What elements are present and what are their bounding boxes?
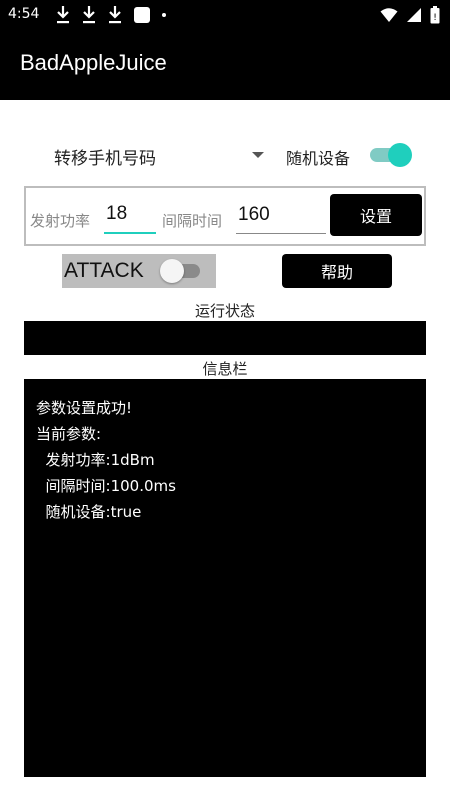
svg-text:!: ! (433, 13, 437, 23)
mode-dropdown-value: 转移手机号码 (54, 148, 156, 169)
info-line: 间隔时间:100.0ms (36, 477, 176, 495)
run-status-title: 运行状态 (194, 302, 255, 320)
switch-thumb (388, 143, 412, 167)
random-device-label: 随机设备 (286, 149, 351, 168)
switch-thumb (160, 259, 184, 283)
notification-icons (56, 4, 166, 26)
info-panel: 参数设置成功! 当前参数: 发射功率:1dBm 间隔时间:100.0ms 随机设… (24, 379, 426, 777)
signal-icon (407, 8, 421, 22)
info-line: 参数设置成功! (36, 399, 133, 417)
random-device-switch[interactable] (368, 142, 412, 168)
app-notification-icon (134, 7, 150, 23)
set-button[interactable]: 设置 (330, 194, 422, 236)
system-icons: ! (372, 6, 440, 24)
download-icon (83, 6, 95, 24)
more-notifications-dot-icon (162, 13, 166, 17)
run-status-bar (24, 321, 426, 355)
power-label: 发射功率 (30, 212, 91, 230)
info-title: 信息栏 (202, 360, 248, 378)
attack-toggle[interactable] (160, 259, 204, 283)
attack-switch[interactable]: ATTACK (62, 254, 216, 288)
download-icon (109, 6, 121, 24)
info-line: 随机设备:true (36, 503, 142, 521)
status-bar: 4:54 ! (0, 0, 450, 32)
params-panel: 发射功率 间隔时间 设置 (24, 186, 426, 246)
info-line: 当前参数: (36, 425, 102, 443)
download-icon (57, 6, 69, 24)
battery-icon: ! (430, 6, 440, 24)
mode-dropdown[interactable]: 转移手机号码 (42, 140, 272, 172)
attack-label: ATTACK (64, 259, 144, 282)
interval-label: 间隔时间 (162, 212, 223, 230)
wifi-icon (380, 8, 398, 22)
dropdown-arrow-icon (252, 152, 264, 158)
interval-input[interactable] (236, 196, 326, 234)
info-line: 发射功率:1dBm (36, 451, 155, 469)
screen: 4:54 ! BadAppleJuice 转移手机号码 随机设备 发射功率 18… (0, 0, 450, 800)
help-button[interactable]: 帮助 (282, 254, 392, 288)
power-input[interactable] (104, 196, 156, 234)
app-title: BadAppleJuice (20, 50, 167, 75)
app-bar: BadAppleJuice (0, 32, 450, 100)
status-time: 4:54 (8, 6, 40, 22)
